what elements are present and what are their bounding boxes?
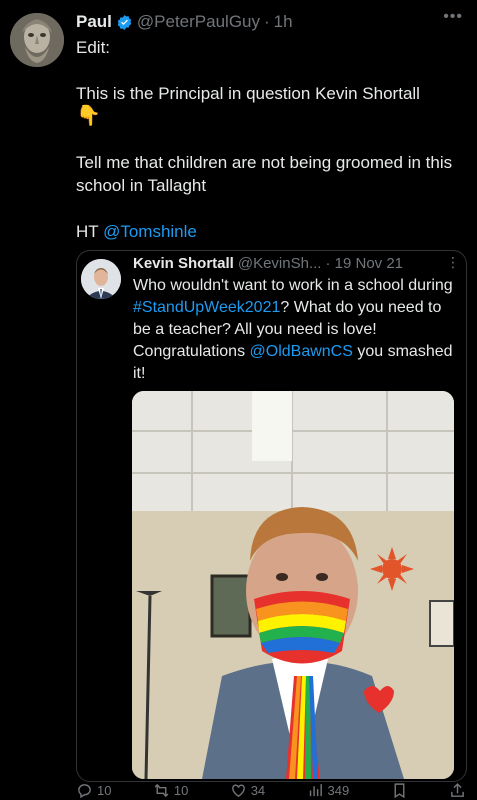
tweet-line-groomed: Tell me that children are not being groo… (76, 153, 453, 195)
ht-prefix: HT (76, 222, 104, 241)
separator-dot: · (264, 12, 270, 31)
author-handle[interactable]: @PeterPaulGuy (137, 12, 260, 32)
tweet-text: Edit: This is the Principal in question … (76, 36, 466, 243)
quote-author-name[interactable]: Kevin Shortall (133, 255, 234, 272)
tweet[interactable]: Paul @PeterPaulGuy · 1h ••• Edit: This i… (0, 0, 477, 800)
more-options-icon[interactable]: ••• (443, 8, 463, 26)
quote-author-avatar[interactable] (81, 259, 121, 299)
share-button[interactable] (449, 780, 466, 800)
share-icon (451, 782, 464, 797)
views-button[interactable]: 349 (307, 780, 350, 800)
hashtag-standupweek-link[interactable]: #StandUpWeek2021 (133, 299, 280, 316)
tweet-ht-line: HT @Tomshinle (76, 220, 466, 243)
verified-badge-icon (117, 14, 132, 30)
repost-count: 10 (173, 782, 189, 798)
repost-button[interactable]: 10 (153, 780, 188, 800)
tweet-edit-line: Edit: (76, 38, 111, 57)
quote-photo[interactable] (132, 391, 454, 779)
bookmark-icon (394, 782, 405, 798)
author-name[interactable]: Paul (76, 12, 112, 32)
reply-count: 10 (97, 782, 112, 798)
tweet-line-principal: This is the Principal in question Kevin … (76, 84, 420, 103)
author-avatar[interactable] (10, 13, 64, 67)
views-chart-icon (309, 783, 322, 796)
reply-icon (78, 783, 91, 798)
bookmark-button[interactable] (391, 780, 408, 800)
tweet-actions: 10 10 34 349 (76, 780, 466, 800)
mention-tomshinle-link[interactable]: @Tomshinle (103, 222, 197, 241)
heart-icon (231, 783, 245, 797)
quote-header: Kevin Shortall @KevinSh... · 19 Nov 21 (133, 255, 403, 272)
like-count: 34 (250, 782, 266, 798)
mention-oldbawncs-link[interactable]: @OldBawnCS (250, 343, 353, 360)
pointing-down-emoji-icon: 👇 (76, 105, 101, 127)
reply-button[interactable]: 10 (76, 780, 111, 800)
views-count: 349 (327, 782, 350, 798)
like-button[interactable]: 34 (230, 780, 265, 800)
tweet-time[interactable]: 1h (274, 12, 293, 32)
quote-more-icon[interactable]: ⋮ (446, 254, 460, 271)
quote-text: Who wouldn't want to work in a school du… (133, 275, 461, 385)
quoted-tweet[interactable]: Kevin Shortall @KevinSh... · 19 Nov 21 ⋮… (76, 250, 467, 782)
quote-author-handle[interactable]: @KevinSh... (238, 255, 322, 272)
tweet-header: Paul @PeterPaulGuy · 1h (76, 10, 293, 34)
repost-icon (154, 783, 169, 797)
quote-text-part-1: Who wouldn't want to work in a school du… (133, 277, 453, 294)
quote-date[interactable]: · 19 Nov 21 (325, 255, 403, 272)
